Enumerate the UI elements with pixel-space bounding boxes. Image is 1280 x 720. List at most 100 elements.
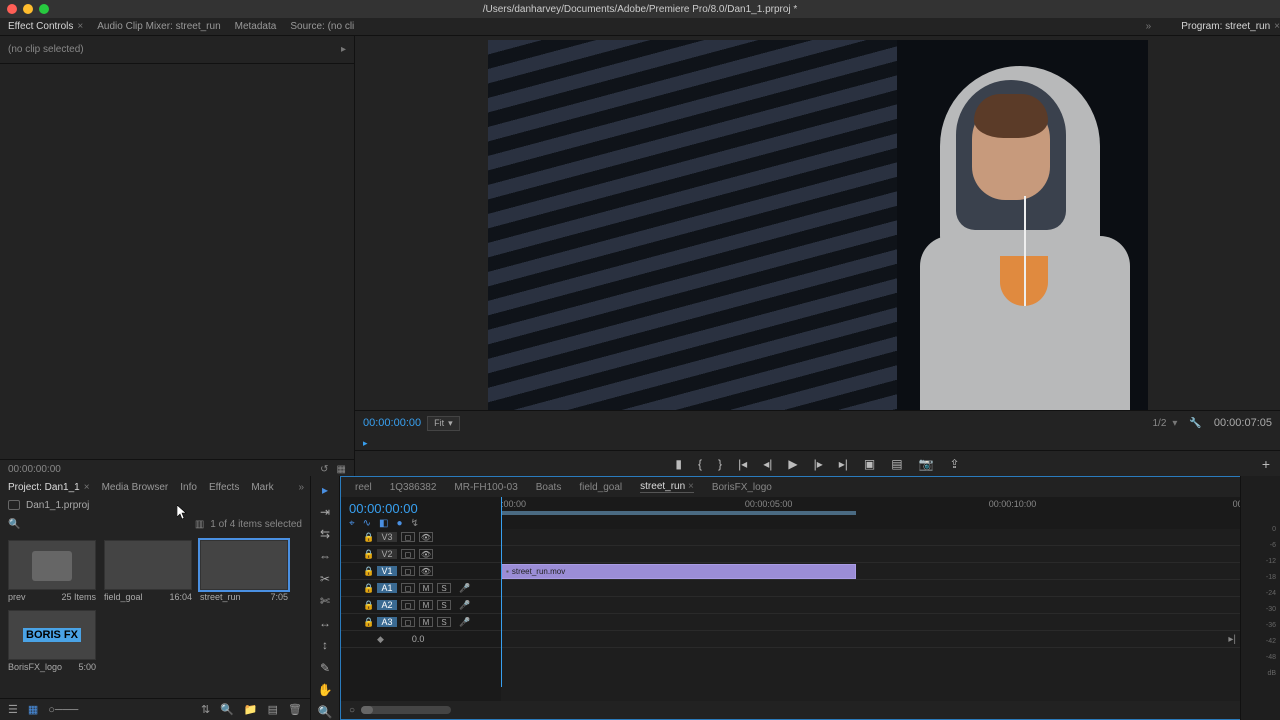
rate-stretch-tool-icon[interactable]: ✂ (316, 571, 334, 586)
track-select-tool-icon[interactable]: ⇥ (316, 504, 334, 519)
step-forward-icon[interactable]: |▸ (814, 457, 823, 471)
tab-metadata[interactable]: Metadata (235, 21, 277, 32)
sequence-tab-Boats[interactable]: Boats (536, 482, 562, 493)
slip-tool-icon[interactable]: ↔ (316, 616, 334, 631)
chevron-right-icon[interactable]: ▸ (341, 44, 346, 55)
solo-icon[interactable]: S (437, 600, 451, 610)
tab-audio-mixer[interactable]: Audio Clip Mixer: street_run (97, 21, 220, 32)
sort-icon[interactable]: ⇅ (201, 703, 210, 716)
new-bin-icon[interactable]: 📁 (244, 703, 258, 716)
sequence-tab-MR-FH100-03[interactable]: MR-FH100-03 (454, 482, 517, 493)
chevron-right-icon[interactable]: » (1146, 21, 1152, 32)
track-name[interactable]: A1 (377, 583, 397, 593)
lock-icon[interactable]: 🔒 (363, 617, 373, 628)
track-header-V2[interactable]: 🔒V2◻👁 (341, 546, 501, 563)
close-icon[interactable]: × (84, 482, 90, 493)
track-row-V1[interactable]: ▪street_run.mov (501, 563, 1240, 580)
lift-icon[interactable]: ▣ (864, 457, 875, 471)
track-name[interactable]: V1 (377, 566, 397, 576)
track-content[interactable]: ▪street_run.mov ▸| (501, 529, 1240, 701)
timeline-clip[interactable]: ▪street_run.mov (501, 564, 856, 579)
wrench-icon[interactable]: 🔧 (1189, 418, 1201, 429)
solo-icon[interactable]: S (437, 583, 451, 593)
resolution-ratio[interactable]: 1/2 (1152, 418, 1166, 429)
sequence-tab-reel[interactable]: reel (355, 482, 372, 493)
find-icon[interactable]: 🔍 (220, 703, 234, 716)
track-name[interactable]: A2 (377, 600, 397, 610)
filter-bin-icon[interactable]: ▥ (195, 519, 204, 530)
new-item-icon[interactable]: ▤ (268, 703, 278, 716)
tab-effect-controls[interactable]: Effect Controls× (8, 21, 83, 32)
timeline-timecode[interactable]: 00:00:00:00 (349, 501, 493, 516)
master-track-row[interactable]: ▸| (501, 631, 1240, 648)
marker-icon[interactable]: ◧ (379, 518, 388, 529)
zoom-fit-dropdown[interactable]: Fit▾ (427, 416, 460, 431)
zoom-window-icon[interactable] (39, 4, 49, 14)
sync-lock-icon[interactable]: ◻ (401, 583, 415, 593)
chevron-down-icon[interactable]: ▾ (1172, 418, 1177, 429)
play-icon[interactable]: ▶ (788, 457, 797, 471)
ripple-tool-icon[interactable]: ⇆ (316, 527, 334, 542)
sequence-tab-street_run[interactable]: street_run × (640, 481, 694, 493)
chevron-right-icon[interactable]: » (298, 482, 304, 493)
track-name[interactable]: V3 (377, 532, 397, 542)
playhead-icon[interactable]: ▸ (363, 438, 368, 449)
settings-icon[interactable]: ● (396, 518, 402, 529)
add-button-icon[interactable]: + (1262, 456, 1270, 472)
slide-tool-icon[interactable]: ↕ (316, 638, 334, 653)
extract-icon[interactable]: ▤ (891, 457, 902, 471)
tab-markers[interactable]: Mark (251, 482, 273, 493)
mute-icon[interactable]: M (419, 600, 433, 610)
list-view-icon[interactable]: ☰ (8, 703, 18, 716)
timeline-playhead[interactable] (501, 497, 502, 687)
tab-program[interactable]: Program: street_run× (1181, 21, 1280, 32)
link-icon[interactable]: ∿ (363, 518, 371, 529)
bin-item-street_run[interactable]: street_run7:05 (200, 540, 288, 602)
zoom-out-icon[interactable]: ○ (349, 705, 355, 716)
eye-icon[interactable]: 👁 (419, 566, 433, 576)
sync-lock-icon[interactable]: ◻ (401, 617, 415, 627)
sync-lock-icon[interactable]: ◻ (401, 549, 415, 559)
eye-icon[interactable]: 👁 (419, 549, 433, 559)
pen-tool-icon[interactable]: ✎ (316, 660, 334, 675)
tab-effects[interactable]: Effects (209, 482, 239, 493)
sequence-tab-BorisFX_logo[interactable]: BorisFX_logo (712, 482, 772, 493)
program-timecode-left[interactable]: 00:00:00:00 (363, 417, 421, 429)
track-name[interactable]: A3 (377, 617, 397, 627)
hand-tool-icon[interactable]: ✋ (316, 682, 334, 697)
tab-media-browser[interactable]: Media Browser (102, 482, 169, 493)
track-header-A1[interactable]: 🔒A1◻MS🎤 (341, 580, 501, 597)
marker-icon[interactable]: ▮ (675, 457, 682, 471)
close-icon[interactable]: × (1274, 21, 1280, 32)
lock-icon[interactable]: 🔒 (363, 600, 373, 611)
track-row-A3[interactable] (501, 614, 1240, 631)
scroll-handle[interactable] (361, 706, 373, 714)
audio-keyframe-icon[interactable]: ◆ (377, 634, 384, 645)
wrench-icon[interactable]: ↯ (411, 518, 419, 529)
track-header-A3[interactable]: 🔒A3◻MS🎤 (341, 614, 501, 631)
razor-tool-icon[interactable]: ✄ (316, 593, 334, 608)
program-monitor[interactable] (355, 36, 1280, 410)
timeline-ruler[interactable]: :00:0000:00:05:0000:00:10:0000:00:15:00 (501, 497, 1240, 529)
zoom-slider[interactable]: ○─── (48, 704, 78, 716)
snap-icon[interactable]: ⌖ (349, 518, 355, 529)
mute-icon[interactable]: M (419, 583, 433, 593)
go-to-in-icon[interactable]: |◂ (738, 457, 747, 471)
close-icon[interactable]: × (685, 481, 694, 492)
track-row-A2[interactable] (501, 597, 1240, 614)
trash-icon[interactable]: 🗑 (288, 703, 302, 716)
work-area-bar[interactable] (501, 511, 856, 515)
mic-icon[interactable]: 🎤 (459, 617, 470, 628)
lock-icon[interactable]: 🔒 (363, 583, 373, 594)
sync-lock-icon[interactable]: ◻ (401, 566, 415, 576)
lock-icon[interactable]: 🔒 (363, 566, 373, 577)
eye-icon[interactable]: 👁 (419, 532, 433, 542)
sync-lock-icon[interactable]: ◻ (401, 600, 415, 610)
project-file-row[interactable]: Dan1_1.prproj (0, 496, 310, 514)
track-header-A2[interactable]: 🔒A2◻MS🎤 (341, 597, 501, 614)
sequence-tab-1Q386382[interactable]: 1Q386382 (390, 482, 437, 493)
rolling-tool-icon[interactable]: ⇔ (316, 549, 334, 564)
sequence-tab-field_goal[interactable]: field_goal (579, 482, 622, 493)
camera-icon[interactable]: 📷 (919, 457, 934, 471)
zoom-tool-icon[interactable]: 🔍 (316, 705, 334, 720)
